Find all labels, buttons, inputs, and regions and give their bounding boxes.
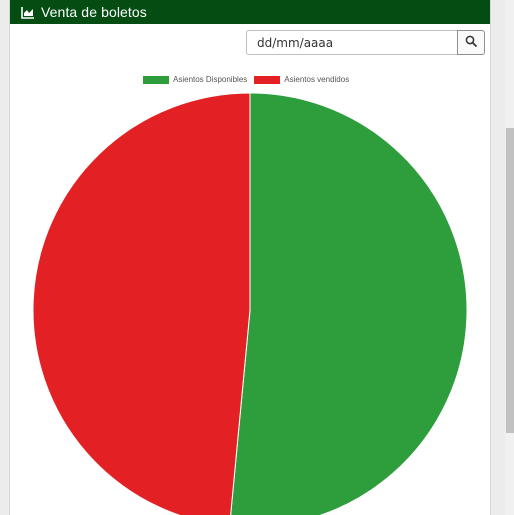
- legend-swatch-available: [143, 75, 169, 84]
- legend-swatch-sold: [254, 75, 281, 84]
- legend-label-available: Asientos Disponibles: [173, 75, 248, 84]
- area-chart-icon: [21, 6, 35, 19]
- pie-chart: [32, 92, 468, 515]
- legend-label-sold: Asientos vendidos: [284, 75, 350, 84]
- search-icon: [465, 34, 477, 52]
- date-filter: dd/mm/aaaa: [246, 30, 485, 55]
- legend-item-sold[interactable]: Asientos vendidos: [254, 75, 349, 84]
- card-header: Venta de boletos: [10, 0, 490, 24]
- ticket-sales-card: Venta de boletos dd/mm/aaaa Asientos Dis…: [9, 0, 491, 515]
- date-input[interactable]: dd/mm/aaaa: [246, 30, 457, 55]
- legend-item-available[interactable]: Asientos Disponibles: [143, 75, 247, 84]
- pie-slice-available[interactable]: [230, 92, 468, 515]
- pie-slice-sold[interactable]: [32, 92, 251, 515]
- chart-legend: Asientos Disponibles Asientos vendidos: [143, 75, 356, 84]
- card-title: Venta de boletos: [41, 4, 147, 20]
- scrollbar-thumb[interactable]: [506, 128, 514, 433]
- search-button[interactable]: [457, 30, 485, 55]
